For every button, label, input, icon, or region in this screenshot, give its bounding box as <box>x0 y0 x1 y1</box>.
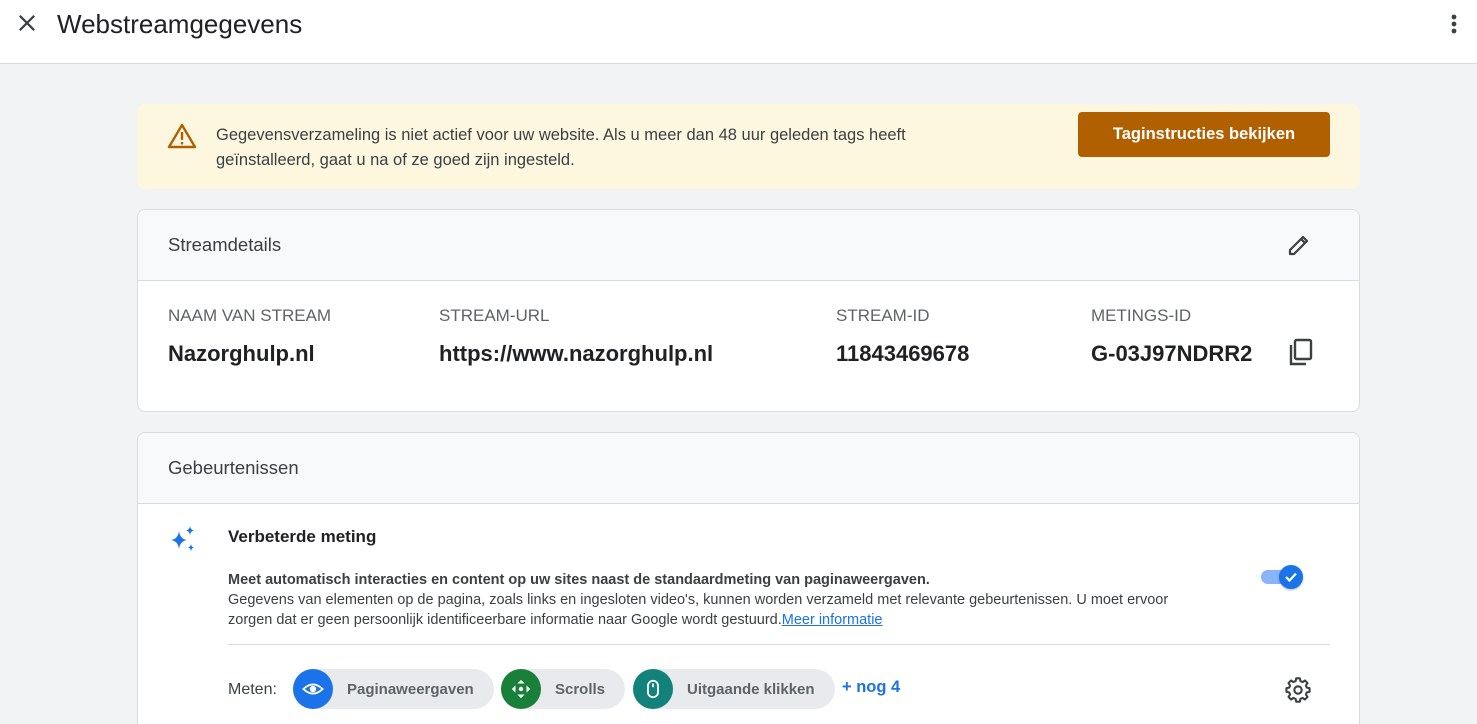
sparkle-icon <box>168 525 198 555</box>
more-vert-icon[interactable] <box>1440 10 1468 38</box>
warning-icon <box>167 123 197 149</box>
scroll-arrows-icon <box>501 669 541 709</box>
stream-url-field: STREAM-URL https://www.nazorghulp.nl <box>439 306 713 368</box>
page-title: Webstreamgegevens <box>57 9 303 39</box>
enhanced-measurement-title: Verbeterde meting <box>228 527 377 546</box>
stream-id-label: STREAM-ID <box>836 306 930 325</box>
close-icon[interactable] <box>12 8 42 38</box>
mouse-icon <box>633 669 673 709</box>
learn-more-link[interactable]: Meer informatie <box>782 612 883 628</box>
pencil-icon[interactable] <box>1284 230 1314 260</box>
banner-message-line1: Gegevensverzameling is niet actief voor … <box>216 126 906 144</box>
measurement-id-field: METINGS-ID G-03J97NDRR2 <box>1091 306 1252 368</box>
chip-outbound-clicks[interactable]: Uitgaande klikken <box>633 669 835 709</box>
stream-url-label: STREAM-URL <box>439 306 550 325</box>
gear-icon[interactable] <box>1283 675 1313 705</box>
events-card: Gebeurtenissen Verbeterde meting Meet au… <box>137 432 1360 724</box>
chip-outbound-clicks-label: Uitgaande klikken <box>687 680 815 698</box>
chip-scrolls[interactable]: Scrolls <box>501 669 626 709</box>
banner-message-line2: geïnstalleerd, gaat u na of ze goed zijn… <box>216 151 575 169</box>
chip-scrolls-label: Scrolls <box>555 680 606 698</box>
stream-id-field: STREAM-ID 11843469678 <box>836 306 969 368</box>
enhanced-measurement-summary: Meet automatisch interacties en content … <box>228 572 930 588</box>
measure-label: Meten: <box>228 681 277 698</box>
events-title: Gebeurtenissen <box>168 457 299 478</box>
enhanced-measurement-detail: Gegevens van elementen op de pagina, zoa… <box>228 592 1169 608</box>
divider <box>228 644 1330 645</box>
measurement-id-label: METINGS-ID <box>1091 306 1192 325</box>
stream-details-title: Streamdetails <box>168 234 282 255</box>
check-icon <box>1279 565 1303 589</box>
chip-pageviews-label: Paginaweergaven <box>347 680 474 698</box>
copy-icon[interactable] <box>1286 337 1316 367</box>
measurement-id-value: G-03J97NDRR2 <box>1091 341 1253 366</box>
stream-id-value: 11843469678 <box>836 341 970 366</box>
stream-details-card: Streamdetails NAAM VAN STREAM Nazorghulp… <box>137 209 1360 412</box>
enhanced-measurement-description: Meet automatisch interacties en content … <box>228 570 1253 630</box>
stream-details-header: Streamdetails <box>138 210 1359 281</box>
stream-name-value: Nazorghulp.nl <box>168 341 315 366</box>
stream-url-value: https://www.nazorghulp.nl <box>439 341 714 366</box>
top-bar: Webstreamgegevens <box>0 0 1477 64</box>
banner-message: Gegevensverzameling is niet actief voor … <box>216 123 1016 173</box>
enhanced-measurement-detail-2: zorgen dat er geen persoonlijk identific… <box>228 612 782 628</box>
enhanced-measurement-toggle[interactable] <box>1259 565 1305 589</box>
chip-pageviews[interactable]: Paginaweergaven <box>293 669 494 709</box>
stream-name-label: NAAM VAN STREAM <box>168 306 332 325</box>
eye-icon <box>293 669 333 709</box>
view-tag-instructions-button[interactable]: Taginstructies bekijken <box>1078 112 1330 157</box>
stream-name-field: NAAM VAN STREAM Nazorghulp.nl <box>168 306 331 368</box>
events-header: Gebeurtenissen <box>138 433 1359 504</box>
more-events-link[interactable]: + nog 4 <box>842 678 900 697</box>
warning-banner: Gegevensverzameling is niet actief voor … <box>137 104 1360 189</box>
